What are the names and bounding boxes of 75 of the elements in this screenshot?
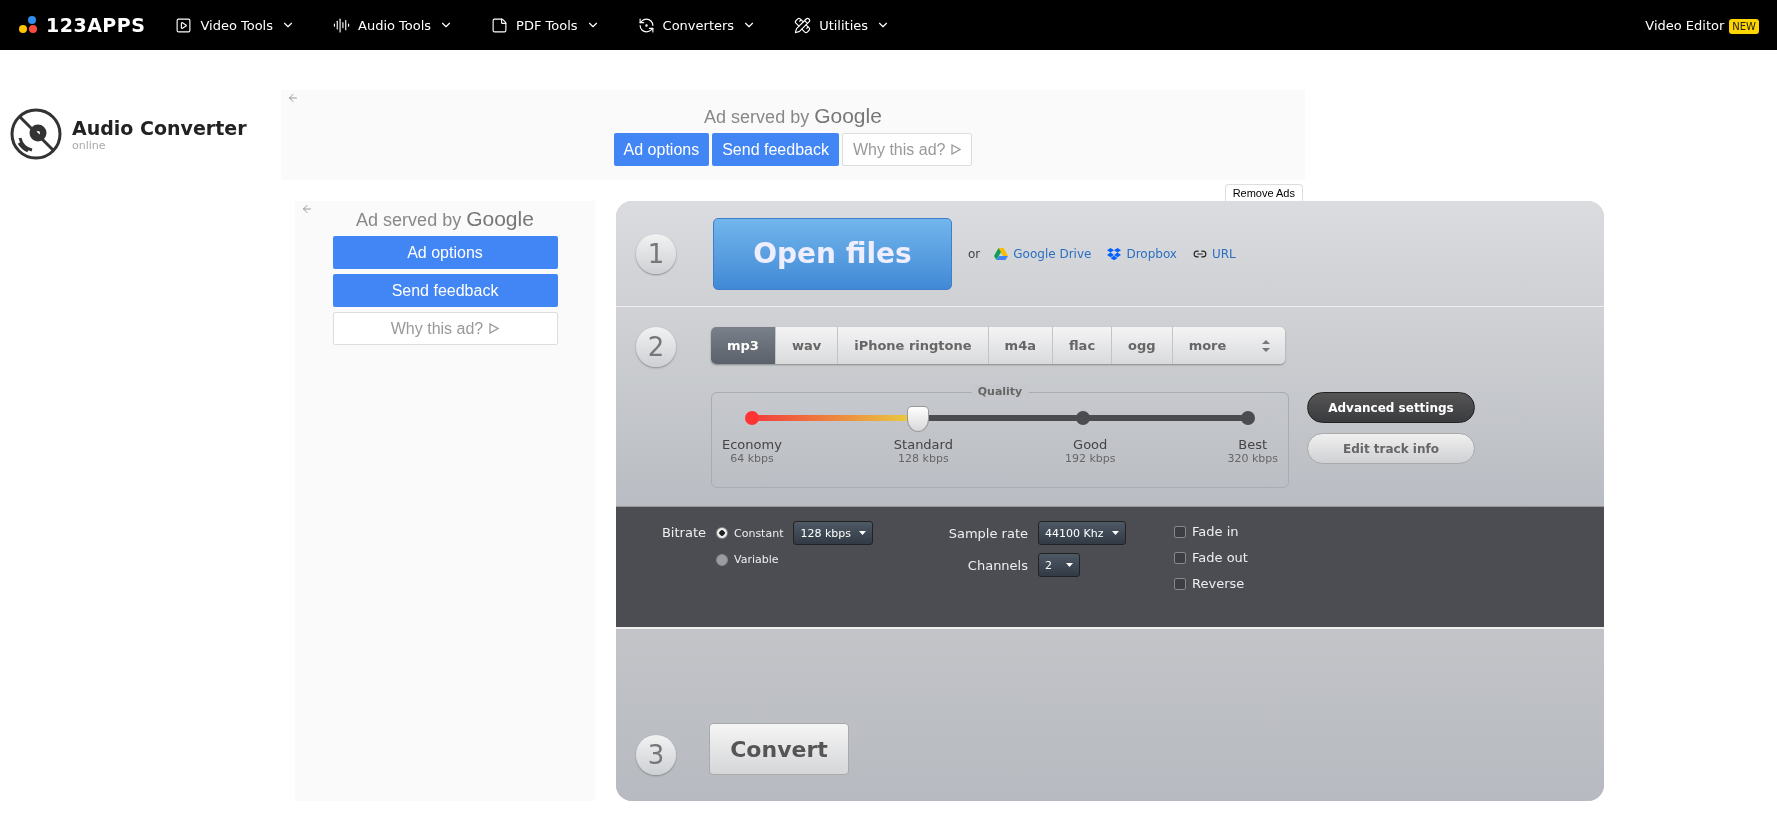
format-tab[interactable]: m4a [988,327,1053,364]
ad-button[interactable]: Why this ad? [841,133,973,166]
caret-icon [859,531,867,535]
quality-stop-name: Standard [893,437,953,452]
quality-stop-bitrate: 320 kbps [1227,452,1278,465]
nav-menu-item[interactable]: Utilities [794,16,891,34]
ad-button[interactable]: Ad options [613,133,710,166]
radio-dot[interactable] [716,553,728,566]
effect-checkbox[interactable]: Fade in [1174,524,1604,539]
quality-stop-bitrate: 128 kbps [898,452,949,465]
channels-select[interactable]: 2 [1038,553,1080,577]
settings-button[interactable]: Advanced settings [1307,392,1475,423]
quality-slider-thumb[interactable] [907,406,930,432]
ad-label: Ad served by Google [356,207,534,231]
source-link[interactable]: Google Drive [994,246,1092,261]
ad-button[interactable]: Ad options [332,236,558,269]
bitrate-mode-radio[interactable]: Constant [716,526,784,540]
step-number: 3 [636,735,676,775]
quality-stop-name: Economy [722,437,782,452]
quality-stop-bitrate: 64 kbps [730,452,774,465]
quality-stop-bitrate: 192 kbps [1064,452,1116,465]
caret-icon [1112,531,1119,535]
effect-checkbox[interactable]: Fade out [1174,550,1604,565]
quality-stop-name: Best [1238,437,1268,452]
disc-icon [10,108,62,160]
app-title: Audio Converter [72,116,247,139]
nav-menu-item[interactable]: Video Tools [175,16,295,34]
nav-tool-icon [333,16,350,34]
nav-tool-icon [637,16,655,34]
step-number: 2 [636,327,676,367]
back-arrow-icon[interactable] [301,203,313,215]
logo-dots-icon [18,16,40,34]
app-subtitle: online [72,138,107,152]
convert-button[interactable]: Convert [709,723,849,775]
format-tab[interactable]: flac [1052,327,1113,364]
source-link[interactable]: Dropbox [1107,246,1177,261]
radio-dot[interactable] [716,527,728,539]
drive-icon [994,247,1009,260]
more-formats-button[interactable]: more [1172,327,1285,364]
up-down-icon [1261,338,1271,353]
effect-checkbox[interactable]: Reverse [1174,576,1604,591]
bitrate-select[interactable]: 128 kbps [793,521,874,545]
quality-stop-name: Good [1073,437,1108,452]
caret-icon [1066,563,1073,567]
play-icon [951,144,962,155]
ad-label: Ad served by Google [704,104,882,128]
format-tab[interactable]: ogg [1112,327,1173,364]
logo-text[interactable]: 123APPS [46,14,146,36]
back-arrow-icon[interactable] [287,92,299,104]
ad-button[interactable]: Send feedback [712,133,839,166]
format-tab[interactable]: wav [775,327,839,364]
or-label: or [968,246,981,261]
nav-menu-item[interactable]: PDF Tools [491,16,600,34]
channels-label: Channels [967,557,1028,573]
quality-legend: Quality [971,385,1029,398]
settings-button[interactable]: Edit track info [1307,433,1475,464]
bitrate-mode-radio[interactable]: Variable [716,553,936,566]
nav-tool-icon [794,16,812,34]
quality-stop-dot [745,411,759,425]
video-editor-link[interactable]: Video Editor NEW [1645,17,1759,33]
step-number: 1 [636,233,676,274]
sample-rate-select[interactable]: 44100 Khz [1038,521,1126,545]
nav-tool-icon [491,16,509,34]
play-icon [489,323,500,334]
format-tab[interactable]: iPhone ringtone [838,327,989,364]
ad-button[interactable]: Send feedback [332,274,558,307]
nav-menu-item[interactable]: Audio Tools [333,16,454,34]
dropbox-icon [1107,247,1122,260]
nav-tool-icon [175,16,193,34]
format-tab[interactable]: mp3 [711,327,776,364]
remove-ads-button[interactable]: Remove Ads [1224,184,1303,201]
bitrate-label: Bitrate [660,524,707,542]
sample-rate-label: Sample rate [948,525,1028,541]
source-link[interactable]: URL [1192,246,1236,261]
nav-menu-item[interactable]: Converters [637,16,757,34]
